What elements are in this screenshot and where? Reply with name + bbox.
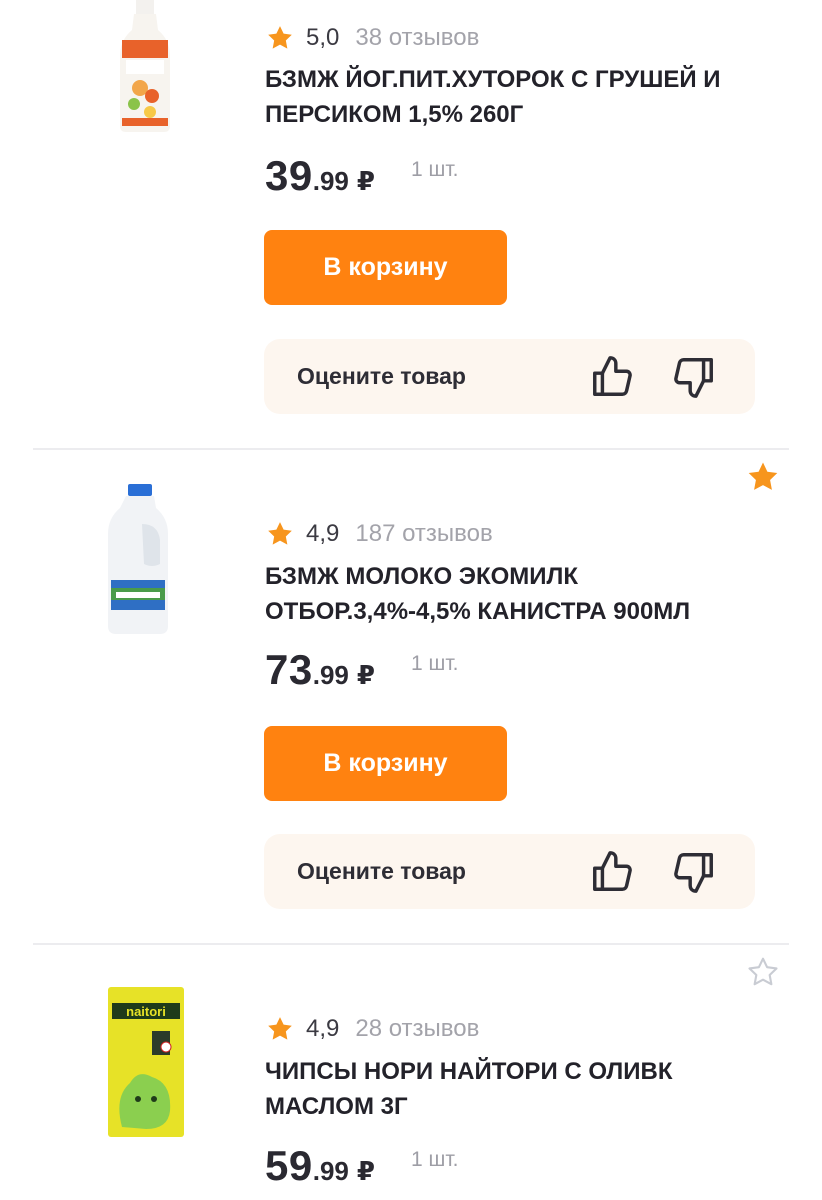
rate-product-box: Оцените товар (264, 834, 755, 909)
thumbs-down-icon (674, 358, 713, 398)
rating-score: 4,9 (306, 1015, 340, 1042)
price-integer: 59 (265, 1142, 313, 1189)
product-image-milk[interactable] (108, 484, 168, 634)
thumbs-up-icon (593, 356, 632, 396)
rating-score: 5,0 (306, 24, 340, 51)
add-to-cart-button[interactable]: В корзину (264, 230, 507, 305)
product-image-yogurt[interactable] (120, 0, 170, 132)
favorite-star-icon[interactable] (746, 460, 780, 494)
thumbs-up-button[interactable] (588, 353, 636, 401)
rating-row: 5,0 38 отзывов (266, 24, 479, 52)
product-title[interactable]: ЧИПСЫ НОРИ НАЙТОРИ С ОЛИВК МАСЛОМ 3Г (265, 1054, 705, 1124)
rate-product-box: Оцените товар (264, 339, 755, 414)
reviews-count[interactable]: 187 отзывов (355, 520, 492, 548)
rating-row: 4,9 187 отзывов (266, 520, 493, 548)
reviews-count[interactable]: 38 отзывов (355, 24, 479, 52)
thumbs-down-button[interactable] (670, 848, 718, 896)
rating-score: 4,9 (306, 520, 340, 547)
rate-product-label: Оцените товар (297, 363, 466, 389)
product-card-milk: 4,9 187 отзывов БЗМЖ МОЛОКО ЭКОМИЛК ОТБО… (0, 450, 822, 945)
star-icon (268, 26, 292, 49)
price-fraction: .99 (312, 660, 349, 690)
price-fraction: .99 (312, 1156, 349, 1186)
product-title[interactable]: БЗМЖ ЙОГ.ПИТ.ХУТОРОК С ГРУШЕЙ И ПЕРСИКОМ… (265, 62, 765, 132)
currency-symbol: ₽ (356, 166, 375, 196)
price: 59 .99 ₽ 1 шт. (265, 1142, 459, 1189)
product-title[interactable]: БЗМЖ МОЛОКО ЭКОМИЛК ОТБОР.3,4%-4,5% КАНИ… (265, 559, 765, 629)
unit-label: 1 шт. (410, 158, 459, 181)
thumbs-down-button[interactable] (670, 353, 718, 401)
unit-label: 1 шт. (410, 1148, 459, 1171)
thumbs-down-icon (674, 853, 713, 893)
price-integer: 73 (265, 646, 313, 693)
product-image-nori[interactable]: naitori (108, 987, 184, 1137)
unit-label: 1 шт. (410, 652, 459, 675)
thumbs-up-button[interactable] (588, 848, 636, 896)
favorite-star-outline-icon[interactable] (746, 955, 780, 989)
price-fraction: .99 (312, 166, 349, 196)
rating-row: 4,9 28 отзывов (266, 1015, 479, 1043)
svg-text:naitori: naitori (126, 1004, 166, 1019)
reviews-count[interactable]: 28 отзывов (355, 1015, 479, 1043)
currency-symbol: ₽ (356, 1156, 375, 1186)
price: 39 .99 ₽ 1 шт. (265, 152, 459, 199)
price: 73 .99 ₽ 1 шт. (265, 646, 459, 693)
currency-symbol: ₽ (356, 660, 375, 690)
star-icon (268, 1017, 292, 1040)
thumbs-up-icon (593, 851, 632, 891)
price-integer: 39 (265, 152, 313, 199)
product-card-nori: naitori 4,9 28 отзывов ЧИПСЫ НОРИ НАЙТОР… (0, 945, 822, 1200)
rate-product-label: Оцените товар (297, 858, 466, 884)
product-card-yogurt: 5,0 38 отзывов БЗМЖ ЙОГ.ПИТ.ХУТОРОК С ГР… (0, 0, 822, 450)
star-icon (268, 522, 292, 545)
add-to-cart-button[interactable]: В корзину (264, 726, 507, 801)
